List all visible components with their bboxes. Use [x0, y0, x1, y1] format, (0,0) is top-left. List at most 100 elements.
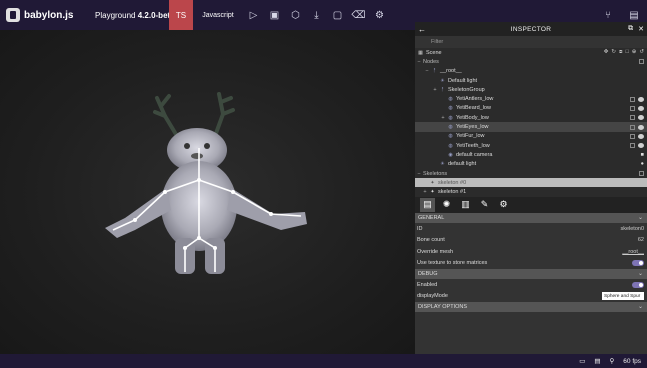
collapse-icon[interactable]: −: [423, 68, 431, 74]
tree-section-nodes[interactable]: − Nodes: [415, 57, 647, 66]
texture-matrices-toggle[interactable]: [632, 260, 644, 266]
download-icon[interactable]: ⤓: [306, 0, 327, 30]
enabled-toggle[interactable]: [632, 281, 644, 288]
bounding-box-icon[interactable]: [630, 115, 635, 121]
bone-count-label: Bone count: [417, 237, 445, 243]
row-actions: [630, 143, 644, 149]
bounding-box-icon[interactable]: [630, 143, 635, 149]
camera-active-icon[interactable]: ■: [641, 152, 644, 158]
toggle-box-icon[interactable]: [639, 171, 644, 176]
mesh-icon: ◍: [448, 124, 453, 131]
general-section-header[interactable]: GENERAL ⌄: [415, 212, 647, 223]
tree-row-scene[interactable]: ▦ Scene ✥ ↻ ⧈ □ ⊕ ↺: [415, 48, 647, 57]
tree-row-label: default light: [448, 161, 477, 168]
expand-icon[interactable]: +: [421, 189, 429, 195]
chevron-down-icon: ⌄: [637, 271, 643, 278]
tree-row-node[interactable]: ◉ default camera ■: [415, 150, 647, 159]
render-canvas[interactable]: [0, 30, 415, 354]
bounding-box-icon[interactable]: [630, 96, 635, 102]
statistics-tab-icon[interactable]: ▥: [458, 198, 473, 212]
toggle-box-icon[interactable]: [639, 59, 644, 65]
close-icon[interactable]: ✕: [638, 25, 644, 33]
refresh-icon[interactable]: ↺: [639, 49, 644, 56]
bounding-box-icon[interactable]: [630, 124, 635, 130]
popout-icon[interactable]: ⧉: [628, 25, 633, 33]
eye-icon[interactable]: [638, 105, 644, 111]
tree-row-node[interactable]: + ᚡ SkeletonGroup: [415, 85, 647, 94]
tree-row-node[interactable]: ☀ Default light: [415, 76, 647, 85]
collapse-icon: −: [417, 58, 421, 65]
picking-icon[interactable]: ⊕: [632, 49, 637, 56]
tab-javascript[interactable]: Javascript: [193, 0, 243, 30]
eye-icon[interactable]: [638, 115, 644, 121]
override-mesh-link[interactable]: __root__: [622, 249, 644, 255]
id-label: ID: [417, 225, 423, 232]
display-options-label: DISPLAY OPTIONS: [418, 303, 468, 310]
tree-row-node[interactable]: ☀ default light ●: [415, 160, 647, 169]
light-toggle-icon[interactable]: ●: [641, 161, 644, 167]
search-icon[interactable]: ⚲: [610, 357, 615, 365]
tree-row-node[interactable]: ◍ YetiBeard_low: [415, 104, 647, 113]
filter-input[interactable]: Filter: [415, 36, 647, 48]
bounding-gizmo-icon[interactable]: □: [625, 49, 628, 56]
properties-tab-icon[interactable]: ▤: [420, 197, 435, 212]
skeleton-icon: ✦: [430, 179, 435, 186]
tree-section-skeletons[interactable]: − Skeletons: [415, 169, 647, 178]
tree-row-node[interactable]: ◍ YetiEyes_low: [415, 122, 647, 132]
tree-row-node[interactable]: + ◍ YetiBody_low: [415, 113, 647, 122]
display-options-header[interactable]: DISPLAY OPTIONS ⌄: [415, 301, 647, 312]
tree-row-skeleton-1[interactable]: + ✦ skeleton #1: [415, 187, 647, 196]
settings-icon[interactable]: ⚙: [369, 0, 390, 30]
collapse-icon: −: [417, 170, 421, 177]
debug-header-label: DEBUG: [418, 270, 438, 277]
row-actions: [630, 124, 644, 130]
title-prefix: Playground: [95, 10, 136, 20]
babylon-logo-icon: [6, 8, 20, 22]
eye-icon[interactable]: [638, 96, 644, 102]
clear-icon[interactable]: ⌫: [348, 0, 369, 30]
bounding-box-icon[interactable]: [630, 133, 635, 139]
play-icon[interactable]: ▷: [243, 0, 264, 30]
tree-nodes: − ᚡ __root__ ☀ Default light + ᚡ SkeletonGroup ◍…: [415, 67, 647, 169]
debug-section-header[interactable]: DEBUG ⌄: [415, 268, 647, 279]
move-gizmo-icon[interactable]: ✥: [604, 49, 609, 56]
tree-row-skeleton-0[interactable]: ✦ skeleton #0: [415, 178, 647, 188]
row-actions: [630, 133, 644, 139]
tab-typescript[interactable]: TS: [169, 0, 193, 30]
tree-row-node[interactable]: ◍ YetiTeeth_low: [415, 141, 647, 150]
expand-icon[interactable]: +: [431, 87, 439, 93]
override-mesh-row: Override mesh __root__: [415, 245, 647, 258]
babylon-logo[interactable]: babylon.js: [0, 8, 95, 22]
nodes-label: Nodes: [423, 58, 439, 65]
tools-tab-icon[interactable]: ✎: [477, 198, 492, 212]
debug-tab-icon[interactable]: ✺: [439, 198, 454, 212]
filter-placeholder: Filter: [431, 39, 444, 45]
tree-row-node[interactable]: − ᚡ __root__: [415, 67, 647, 76]
eye-icon[interactable]: [638, 133, 644, 139]
scale-gizmo-icon[interactable]: ⧈: [619, 49, 623, 56]
back-arrow-icon[interactable]: ←: [418, 25, 426, 34]
debug-layer-icon[interactable]: ▤: [594, 357, 600, 365]
new-icon[interactable]: ▢: [327, 0, 348, 30]
expand-icon[interactable]: +: [439, 115, 447, 121]
bone-count-row: Bone count 62: [415, 234, 647, 246]
eye-icon[interactable]: [638, 124, 644, 130]
tab-js-label: Javascript: [202, 11, 234, 19]
inspector-header: ← INSPECTOR ⧉ ✕: [415, 22, 647, 36]
inspector-icon[interactable]: ⬡: [285, 0, 306, 30]
display-mode-select[interactable]: Sphere and Spur: [602, 292, 644, 300]
fps-counter: 60 fps: [623, 357, 641, 365]
id-row: ID skeleton0: [415, 222, 647, 235]
tree-row-node[interactable]: ◍ YetiFur_low: [415, 132, 647, 141]
mesh-icon: ᚡ: [440, 86, 444, 93]
settings-tab-icon[interactable]: ⚙: [496, 198, 511, 212]
save-icon[interactable]: ▣: [264, 0, 285, 30]
comment-icon[interactable]: ▭: [579, 357, 585, 365]
camera-icon: ◉: [448, 151, 453, 158]
eye-icon[interactable]: [638, 143, 644, 149]
general-header-label: GENERAL: [418, 214, 445, 221]
inspector-panel: ← INSPECTOR ⧉ ✕ Filter ▦ Scene ✥ ↻ ⧈ □ ⊕…: [415, 22, 647, 354]
rotate-gizmo-icon[interactable]: ↻: [611, 49, 616, 56]
tree-row-node[interactable]: ◍ YetiAntlers_low: [415, 94, 647, 103]
bounding-box-icon[interactable]: [630, 105, 635, 111]
